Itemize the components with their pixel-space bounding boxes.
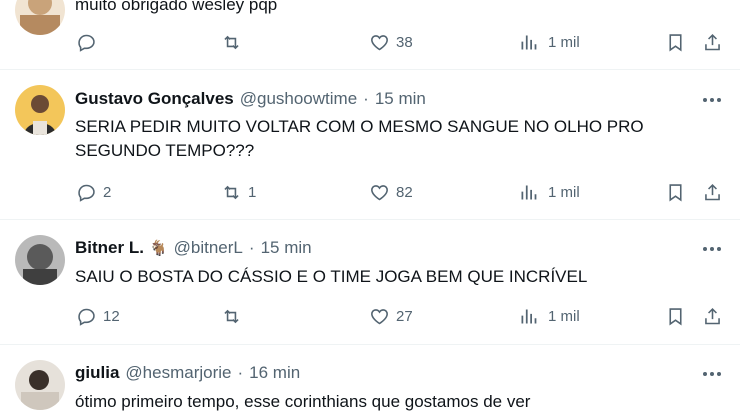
share-button[interactable] bbox=[702, 30, 723, 54]
views-icon bbox=[518, 182, 539, 203]
tweet-text: SAIU O BOSTA DO CÁSSIO E O TIME JOGA BEM… bbox=[75, 267, 588, 286]
author-name[interactable]: Bitner L. bbox=[75, 238, 144, 258]
like-count: 38 bbox=[396, 33, 413, 51]
bookmark-button[interactable] bbox=[665, 304, 686, 328]
like-button[interactable]: 27 bbox=[369, 304, 413, 328]
retweet-icon bbox=[221, 306, 242, 327]
views-button[interactable]: 1 mil bbox=[518, 304, 580, 328]
share-icon bbox=[702, 32, 723, 53]
tweet[interactable]: giulia @hesmarjorie · 16 min ótimo prime… bbox=[0, 345, 740, 416]
bookmark-button[interactable] bbox=[665, 180, 686, 204]
tweet-actions: 12 27 1 mil bbox=[0, 304, 740, 328]
tweet-header: Gustavo Gonçalves @gushoowtime · 15 min bbox=[75, 89, 426, 109]
like-count: 82 bbox=[396, 183, 413, 201]
author-handle[interactable]: @bitnerL bbox=[174, 238, 243, 258]
share-icon bbox=[702, 306, 723, 327]
bookmark-icon bbox=[665, 32, 686, 53]
tweet[interactable]: Gustavo Gonçalves @gushoowtime · 15 min … bbox=[0, 70, 740, 220]
author-handle[interactable]: @gushoowtime bbox=[240, 89, 357, 109]
separator-dot: · bbox=[237, 363, 244, 382]
tweet-time[interactable]: 15 min bbox=[375, 89, 426, 109]
tweet-actions: 38 1 mil bbox=[0, 30, 740, 54]
views-button[interactable]: 1 mil bbox=[518, 180, 580, 204]
retweet-icon bbox=[221, 182, 242, 203]
avatar[interactable] bbox=[15, 85, 65, 135]
tweet-actions: 2 1 82 1 mil bbox=[0, 180, 740, 204]
views-icon bbox=[518, 306, 539, 327]
reply-button[interactable]: 12 bbox=[76, 304, 120, 328]
reply-button[interactable] bbox=[76, 30, 103, 54]
tweet-text: ótimo primeiro tempo, esse corinthians q… bbox=[75, 392, 531, 411]
like-button[interactable]: 82 bbox=[369, 180, 413, 204]
tweet[interactable]: muito obrigado wesley pqp 38 1 mil bbox=[0, 0, 740, 70]
views-count: 1 mil bbox=[548, 33, 580, 51]
timeline-feed: muito obrigado wesley pqp 38 1 mil Gusta… bbox=[0, 0, 740, 416]
views-button[interactable]: 1 mil bbox=[518, 30, 580, 54]
retweet-button[interactable] bbox=[221, 30, 248, 54]
retweet-icon bbox=[221, 32, 242, 53]
tweet-text: muito obrigado wesley pqp bbox=[75, 0, 278, 14]
like-button[interactable]: 38 bbox=[369, 30, 413, 54]
retweet-count: 1 bbox=[248, 183, 257, 201]
reply-icon bbox=[76, 32, 97, 53]
avatar[interactable] bbox=[15, 235, 65, 285]
tweet-header: Bitner L. 🐐 @bitnerL · 15 min bbox=[75, 238, 312, 258]
reply-icon bbox=[76, 306, 97, 327]
heart-icon bbox=[369, 32, 390, 53]
separator-dot: · bbox=[248, 238, 255, 257]
more-icon bbox=[702, 90, 722, 108]
reply-count: 2 bbox=[103, 183, 112, 201]
bookmark-icon bbox=[665, 306, 686, 327]
views-count: 1 mil bbox=[548, 183, 580, 201]
avatar[interactable] bbox=[15, 360, 65, 410]
like-count: 27 bbox=[396, 307, 413, 325]
author-name[interactable]: Gustavo Gonçalves bbox=[75, 89, 234, 109]
share-icon bbox=[702, 182, 723, 203]
reply-button[interactable]: 2 bbox=[76, 180, 111, 204]
goat-emoji: 🐐 bbox=[148, 240, 168, 257]
bookmark-icon bbox=[665, 182, 686, 203]
share-button[interactable] bbox=[702, 304, 723, 328]
tweet-header: giulia @hesmarjorie · 16 min bbox=[75, 363, 300, 383]
heart-icon bbox=[369, 182, 390, 203]
retweet-button[interactable] bbox=[221, 304, 248, 328]
author-name[interactable]: giulia bbox=[75, 363, 119, 383]
share-button[interactable] bbox=[702, 180, 723, 204]
tweet-time[interactable]: 16 min bbox=[249, 363, 300, 383]
reply-icon bbox=[76, 182, 97, 203]
views-count: 1 mil bbox=[548, 307, 580, 325]
reply-count: 12 bbox=[103, 307, 120, 325]
more-button[interactable] bbox=[700, 238, 724, 258]
tweet-time[interactable]: 15 min bbox=[261, 238, 312, 258]
more-button[interactable] bbox=[700, 363, 724, 383]
separator-dot: · bbox=[363, 89, 369, 108]
more-button[interactable] bbox=[700, 89, 724, 109]
more-icon bbox=[702, 239, 722, 257]
tweet-text: SERIA PEDIR MUITO VOLTAR COM O MESMO SAN… bbox=[75, 117, 644, 160]
heart-icon bbox=[369, 306, 390, 327]
bookmark-button[interactable] bbox=[665, 30, 686, 54]
views-icon bbox=[518, 32, 539, 53]
author-handle[interactable]: @hesmarjorie bbox=[125, 363, 231, 383]
tweet[interactable]: Bitner L. 🐐 @bitnerL · 15 min SAIU O BOS… bbox=[0, 220, 740, 345]
more-icon bbox=[702, 364, 722, 382]
retweet-button[interactable]: 1 bbox=[221, 180, 256, 204]
